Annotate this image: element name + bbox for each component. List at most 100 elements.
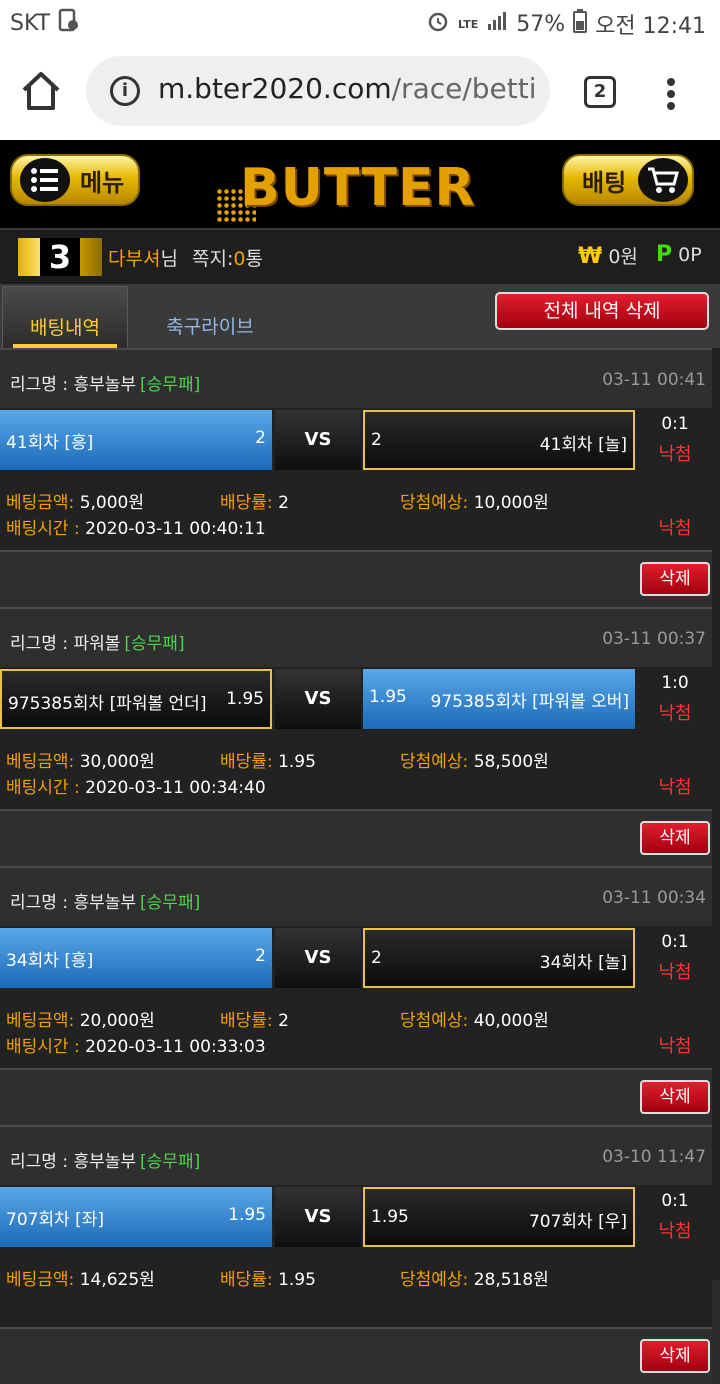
betting-button[interactable]: 배팅 [562,154,694,206]
away-odds: 2 [371,430,382,450]
bet-card: 리그명 : 흥부놀부 [승무패] 03-10 11:47 707회차 [좌] 1.9… [0,1125,712,1384]
tab-switcher-button[interactable]: 2 [584,76,616,108]
away-selection[interactable]: 1.95 975385회차 [파워볼 오버] [363,669,635,729]
signal-icon [486,10,508,38]
away-odds: 1.95 [369,687,407,707]
home-icon[interactable] [18,68,64,114]
home-selection[interactable]: 41회차 [흥] 2 [0,410,272,470]
delete-button[interactable]: 삭제 [640,1080,710,1114]
menu-label: 메뉴 [80,168,125,197]
result-text: 낙첨 [658,1036,692,1057]
bet-time: 2020-03-11 00:33:03 [85,1037,266,1057]
match-score: 1:0 [661,673,689,693]
bet-type: [승무패] [124,634,185,654]
bet-history-list: 리그명 : 흥부놀부 [승무패] 03-11 00:41 41회차 [흥] 2 VS… [0,348,712,1384]
point-balance: P 0P [656,242,702,267]
delete-row: 삭제 [0,811,712,866]
vs-label: VS [275,410,361,470]
home-selection[interactable]: 975385회차 [파워볼 언더] 1.95 [0,669,272,729]
league-name: 흥부놀부 [73,375,137,395]
delete-button[interactable]: 삭제 [640,1339,710,1373]
bet-odds: 2 [278,493,289,513]
expected-label: 당첨예상: [400,1011,469,1031]
amount-label: 베팅금액: [6,493,75,513]
bet-amount: 14,625원 [79,1270,155,1290]
home-odds: 2 [255,428,266,448]
league-row: 리그명 : 파워볼 [승무패] 03-11 00:37 [0,607,712,667]
bet-odds: 2 [278,1011,289,1031]
match-score: 0:1 [661,932,689,952]
tab-betting-history[interactable]: 배팅내역 [2,286,128,348]
bet-odds: 1.95 [278,752,316,772]
delete-all-button[interactable]: 전체 내역 삭제 [495,292,709,330]
status-bar: SKT LTE 57% 오전 12:41 [0,0,720,44]
amount-label: 베팅금액: [6,752,75,772]
carrier-label: SKT [10,10,51,36]
away-selection[interactable]: 1.95 707회차 [우] [363,1187,635,1247]
league-label: 리그명 : [10,375,69,395]
info-icon[interactable]: i [110,76,140,106]
bet-time: 2020-03-11 00:34:40 [85,778,266,798]
away-team-name: 707회차 [우] [528,1212,627,1232]
result-text: 낙첨 [658,518,692,539]
away-selection[interactable]: 2 34회차 [놀] [363,928,635,988]
expected-win: 10,000원 [473,493,549,513]
league-name: 파워볼 [73,634,121,654]
expected-label: 당첨예상: [400,1270,469,1290]
match-row: 41회차 [흥] 2 VS 2 41회차 [놀] 0:1 낙첨 [0,408,712,474]
match-row: 34회차 [흥] 2 VS 2 34회차 [놀] 0:1 낙첨 [0,926,712,992]
home-team-name: 707회차 [좌] [6,1210,105,1230]
match-time: 03-10 11:47 [602,1147,706,1167]
result-badge: 낙첨 [658,962,692,983]
more-options-icon[interactable] [658,74,684,114]
amount-label: 베팅금액: [6,1270,75,1290]
bet-amount: 5,000원 [79,493,145,513]
away-selection[interactable]: 2 41회차 [놀] [363,410,635,470]
match-score: 0:1 [661,414,689,434]
url-bar[interactable]: i m.bter2020.com/race/betti [86,56,550,126]
home-selection[interactable]: 707회차 [좌] 1.95 [0,1187,272,1247]
match-time: 03-11 00:34 [602,888,706,908]
home-odds: 1.95 [226,689,264,709]
match-row: 707회차 [좌] 1.95 VS 1.95 707회차 [우] 0:1 낙첨 [0,1185,712,1251]
bet-card: 리그명 : 흥부놀부 [승무패] 03-11 00:34 34회차 [흥] 2 VS… [0,866,712,1125]
won-icon: ₩ [578,244,603,269]
result-text: 낙첨 [658,777,692,798]
league-label: 리그명 : [10,634,69,654]
tab-soccer-live[interactable]: 축구라이브 [150,312,270,339]
alarm-icon [426,9,450,39]
bet-card: 리그명 : 흥부놀부 [승무패] 03-11 00:41 41회차 [흥] 2 VS… [0,348,712,607]
url-text[interactable]: m.bter2020.com/race/betti [158,72,537,105]
bet-details: 베팅금액: 14,625원 배당률: 1.95 당첨예상: 28,518원 배팅… [0,1251,712,1329]
delete-button[interactable]: 삭제 [640,562,710,596]
expected-win: 58,500원 [473,752,549,772]
bet-card: 리그명 : 파워볼 [승무패] 03-11 00:37 975385회차 [파워볼… [0,607,712,866]
message-count[interactable]: 쪽지:0통 [192,244,263,271]
result-badge: 낙첨 [658,444,692,465]
match-row: 975385회차 [파워볼 언더] 1.95 VS 1.95 975385회차 [파… [0,667,712,733]
away-team-name: 975385회차 [파워볼 오버] [430,692,629,712]
delete-button[interactable]: 삭제 [640,821,710,855]
vs-label: VS [275,928,361,988]
screenshot-icon [58,8,80,38]
result-badge: 낙첨 [658,703,692,724]
bet-type: [승무패] [140,1152,201,1172]
league-row: 리그명 : 흥부놀부 [승무패] 03-11 00:41 [0,348,712,408]
menu-button[interactable]: 메뉴 [10,154,140,206]
delete-row: 삭제 [0,552,712,607]
home-selection[interactable]: 34회차 [흥] 2 [0,928,272,988]
bet-time-label: 배팅시간 : [6,778,80,798]
home-odds: 2 [255,946,266,966]
vs-label: VS [275,669,361,729]
delete-row: 삭제 [0,1329,712,1384]
bet-type: [승무패] [140,375,201,395]
bet-amount: 30,000원 [79,752,155,772]
battery-percent: 57% [516,11,566,37]
lte-label: LTE [458,17,479,31]
away-team-name: 34회차 [놀] [539,953,627,973]
site-logo[interactable]: BUTTER [216,158,506,222]
home-team-name: 34회차 [흥] [6,951,94,971]
vs-label: VS [275,1187,361,1247]
battery-icon [573,9,588,39]
scrollbar[interactable] [712,348,720,1280]
